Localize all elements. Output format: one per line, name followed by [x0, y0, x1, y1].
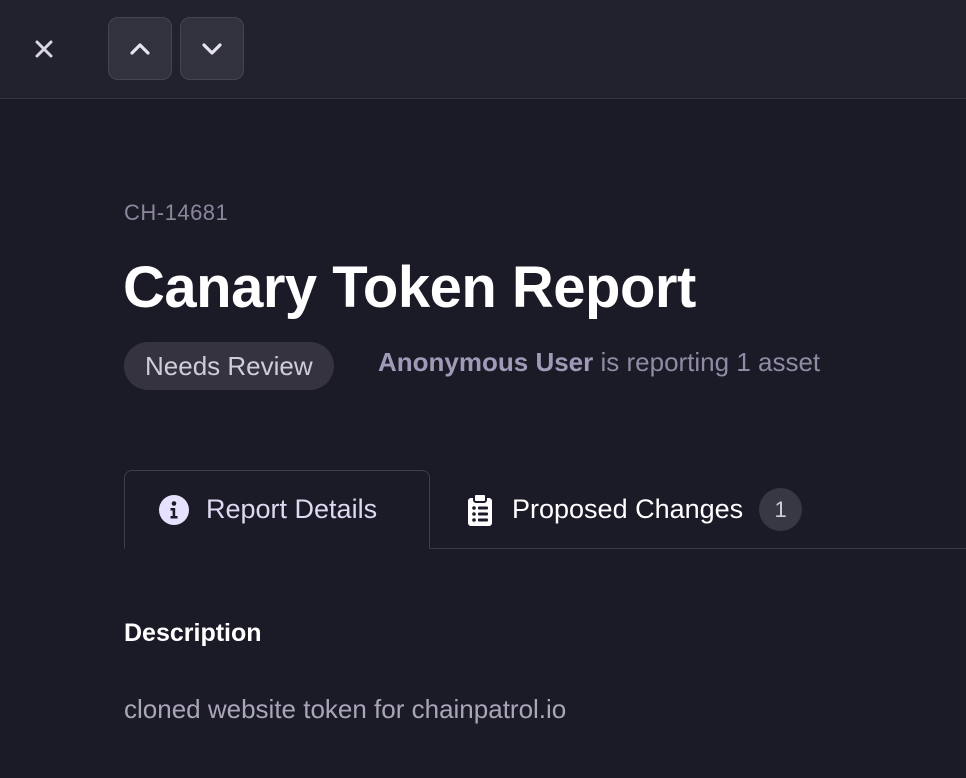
close-button[interactable]	[26, 31, 62, 67]
clipboard-list-icon	[464, 492, 496, 527]
reporter-summary: is reporting 1 asset	[593, 347, 821, 377]
count-badge: 1	[759, 488, 803, 531]
tab-report-details[interactable]: Report Details	[124, 470, 430, 549]
previous-item-button[interactable]	[108, 17, 172, 80]
description-text: cloned website token for chainpatrol.io	[124, 694, 567, 724]
reporter-line: Anonymous User is reporting 1 asset	[378, 347, 820, 378]
page-title: Canary Token Report	[123, 255, 696, 320]
status-label: Needs Review	[145, 350, 313, 381]
info-circle-icon	[158, 494, 190, 526]
ticket-id: CH-14681	[124, 200, 229, 225]
next-item-button[interactable]	[180, 17, 244, 80]
section-heading-description: Description	[124, 619, 262, 647]
status-badge: Needs Review	[124, 342, 334, 390]
tab-proposed-changes[interactable]: Proposed Changes 1	[464, 470, 803, 549]
chevron-up-icon	[130, 42, 150, 55]
chevron-down-icon	[202, 42, 222, 55]
top-toolbar	[0, 0, 966, 99]
reporter-name[interactable]: Anonymous User	[378, 347, 593, 377]
tab-label: Report Details	[206, 494, 378, 524]
tab-label: Proposed Changes	[512, 494, 744, 524]
close-icon	[35, 40, 53, 58]
